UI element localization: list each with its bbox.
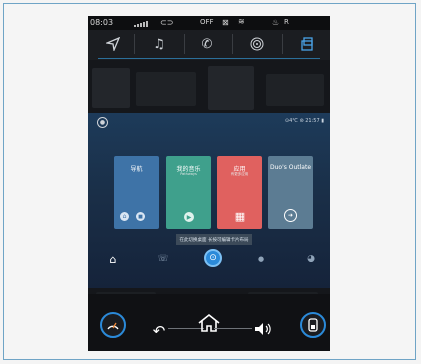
settings-tab-icon[interactable]: ◕ [305, 253, 317, 265]
card-music[interactable]: 我的音乐 Pathways ▶ [166, 156, 211, 229]
back-icon[interactable]: ↶ [150, 322, 168, 340]
home-tab-icon[interactable]: ⌂ [107, 253, 119, 266]
nav-underline [98, 58, 320, 59]
card-subtitle: 有更多应用 [230, 172, 249, 176]
assistant-tab-icon[interactable]: ⊙ [204, 249, 222, 267]
seat-label: R [284, 18, 289, 26]
user-icon[interactable]: ● [97, 117, 108, 128]
volume-icon[interactable] [252, 320, 274, 338]
location-tab-icon[interactable]: ● [255, 253, 267, 265]
panel-status: ⊙4℃ ⊜ 21:57 ▮ [284, 118, 324, 124]
home-button-icon[interactable] [196, 312, 222, 334]
card-apps[interactable]: 应用 有更多应用 ▦ [217, 156, 262, 229]
tooltip: 在此切换桌面 长按可编辑卡片布局 [176, 234, 252, 245]
car-status-icon[interactable] [300, 312, 326, 338]
card-title: Duo's Outlate [269, 164, 312, 171]
navigation-arrow-icon[interactable] [94, 32, 132, 56]
signal-icon [134, 20, 152, 27]
seat-heat-icon: ≋ [238, 17, 245, 26]
card-outlet[interactable]: Duo's Outlate ➜ [268, 156, 313, 229]
phone-tab-icon[interactable]: ☏ [157, 253, 169, 265]
home-icon[interactable]: ⌂ [120, 212, 129, 221]
home-panel: ● ⊙4℃ ⊜ 21:57 ▮ 导航 ⌂ ■ 我的音乐 Pathways ▶ 应… [88, 113, 330, 288]
top-nav-bar: ♫ ✆ [88, 30, 330, 60]
ac-status: OFF [200, 18, 214, 26]
fan-icon: ⊠ [222, 18, 229, 27]
card-title: 导航 [130, 166, 143, 173]
company-icon[interactable]: ■ [136, 212, 145, 221]
seat-heat-right-icon: ♨ [272, 18, 280, 27]
apps-icon[interactable] [288, 32, 326, 56]
bottom-dock: ↶ [88, 294, 330, 351]
dock-line-right [214, 328, 252, 329]
clock: 08:03 [90, 18, 114, 27]
card-subtitle: Pathways [180, 172, 197, 176]
connect-icon[interactable]: ➜ [284, 209, 297, 222]
fingerprint-icon[interactable] [238, 32, 276, 56]
infotainment-screen: 08:03 ⊂⊃ OFF ⊠ ≋ ♨ R ♫ ✆ ● ⊙4℃ ⊜ 21:57 ▮ [88, 16, 330, 351]
car-icon: ⊂⊃ [160, 18, 174, 27]
card-navigation[interactable]: 导航 ⌂ ■ [114, 156, 159, 229]
status-bar: 08:03 ⊂⊃ OFF ⊠ ≋ ♨ R [88, 16, 330, 30]
music-note-icon[interactable]: ♫ [140, 32, 178, 56]
grid-icon[interactable]: ▦ [234, 210, 246, 223]
speedometer-icon[interactable] [100, 312, 126, 338]
play-icon[interactable]: ▶ [184, 212, 194, 222]
phone-icon[interactable]: ✆ [188, 32, 226, 56]
